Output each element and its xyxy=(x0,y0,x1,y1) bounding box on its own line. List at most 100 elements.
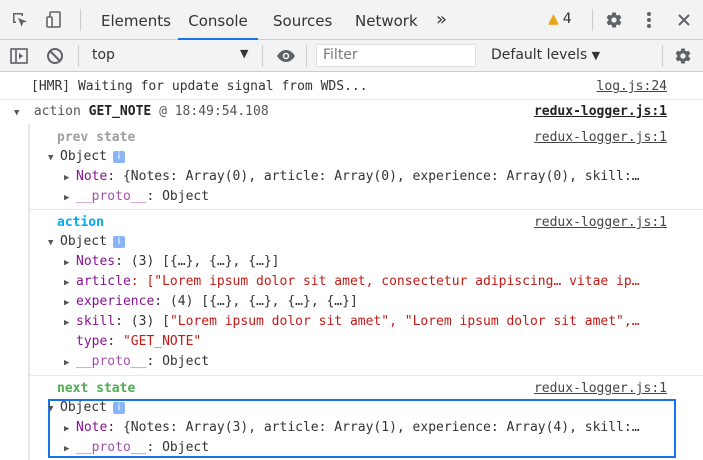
context-selector[interactable]: top xyxy=(92,47,115,63)
property-value: : Object xyxy=(146,189,210,204)
action-time: @ 18:49:54.108 xyxy=(159,104,269,119)
console-toolbar: top ▼ Filter Default levels ▼ xyxy=(0,40,703,72)
property-value: "GET_NOTE" xyxy=(122,334,202,349)
divider xyxy=(262,45,263,67)
collapse-triangle-icon: ▶ xyxy=(64,298,70,308)
devtools-tab-bar: Elements Console Sources Network » ▲ 4 xyxy=(0,0,703,40)
property-key: experience xyxy=(76,294,155,309)
divider xyxy=(306,45,307,67)
property-row[interactable]: ▶ Note: {Notes: Array(3), article: Array(… xyxy=(64,420,640,435)
property-key: type xyxy=(76,334,108,349)
expand-triangle-icon: ▼ xyxy=(48,238,54,248)
info-icon: i xyxy=(112,402,125,414)
object-toggle[interactable]: ▼ Object i xyxy=(48,400,125,415)
more-options-icon[interactable] xyxy=(638,9,660,31)
property-value: : Object xyxy=(146,440,210,455)
info-icon: i xyxy=(112,151,125,163)
next-state-label: next state xyxy=(57,381,136,396)
property-key: __proto__ xyxy=(76,354,147,369)
log-message: [HMR] Waiting for update signal from WDS… xyxy=(31,79,368,94)
property-row[interactable]: ▶ __proto__: Object xyxy=(64,354,209,369)
object-toggle[interactable]: ▼ Object i xyxy=(48,234,125,249)
warning-icon: ▲ xyxy=(548,11,559,27)
property-key: skill xyxy=(76,314,116,329)
group-header-action[interactable]: ▼ action GET_NOTE @ 18:49:54.108 xyxy=(14,104,269,119)
property-row[interactable]: ▶ Notes: (3) [{…}, {…}, {…}] xyxy=(64,254,280,269)
property-row[interactable]: ▶ __proto__: Object xyxy=(64,189,209,204)
source-link[interactable]: redux-logger.js:1 xyxy=(534,104,667,119)
collapse-triangle-icon: ▶ xyxy=(64,193,70,203)
show-sidebar-icon[interactable] xyxy=(8,45,30,67)
property-value-prefix: : (3) [ xyxy=(115,314,170,329)
property-value: "Lorem ipsum dolor sit amet", "Lorem ips… xyxy=(169,314,640,329)
property-key: Notes xyxy=(76,254,116,269)
property-key: Note xyxy=(76,169,108,184)
group-indent-bar xyxy=(28,124,30,460)
expand-triangle-icon: ▼ xyxy=(48,153,54,163)
inspect-element-icon[interactable] xyxy=(9,9,31,31)
object-toggle[interactable]: ▼ Object i xyxy=(48,149,125,164)
live-expression-eye-icon[interactable] xyxy=(275,45,297,67)
collapse-triangle-icon: ▶ xyxy=(64,258,70,268)
property-value: : ["Lorem ipsum dolor sit amet, consecte… xyxy=(130,274,640,289)
device-toolbar-icon[interactable] xyxy=(43,9,65,31)
divider xyxy=(0,99,703,100)
chevron-down-icon: ▼ xyxy=(591,49,601,62)
log-levels-label: Default levels xyxy=(491,47,588,63)
object-label: Object xyxy=(60,400,107,415)
tab-sources[interactable]: Sources xyxy=(273,0,332,40)
warnings-counter[interactable]: ▲ 4 xyxy=(548,11,572,27)
prev-state-label: prev state xyxy=(57,130,136,145)
expand-triangle-icon: ▼ xyxy=(48,404,54,414)
settings-gear-icon[interactable] xyxy=(603,9,625,31)
property-key: Note xyxy=(76,420,108,435)
property-row[interactable]: ▶ __proto__: Object xyxy=(64,440,209,455)
info-icon: i xyxy=(112,236,125,248)
context-dropdown-icon[interactable]: ▼ xyxy=(240,47,248,60)
object-label: Object xyxy=(60,234,107,249)
property-row[interactable]: ▶ Note: {Notes: Array(0), article: Array(… xyxy=(64,169,640,184)
property-value: : (4) [{…}, {…}, {…}, {…}] xyxy=(154,294,358,309)
property-row[interactable]: ▶ experience: (4) [{…}, {…}, {…}, {…}] xyxy=(64,294,358,309)
expand-triangle-icon: ▼ xyxy=(14,108,20,118)
property-key: __proto__ xyxy=(76,189,147,204)
property-row[interactable]: ▶ article: ["Lorem ipsum dolor sit amet, … xyxy=(64,274,640,289)
divider xyxy=(30,209,703,210)
property-value: : (3) [{…}, {…}, {…}] xyxy=(115,254,280,269)
divider xyxy=(592,9,593,31)
property-key: __proto__ xyxy=(76,440,147,455)
property-value: : {Notes: Array(0), article: Array(0), e… xyxy=(107,169,640,184)
tab-elements[interactable]: Elements xyxy=(101,0,171,40)
action-label: action xyxy=(57,215,104,230)
log-levels-dropdown[interactable]: Default levels ▼ xyxy=(491,47,600,63)
property-key: article xyxy=(76,274,131,289)
divider xyxy=(78,45,79,67)
collapse-triangle-icon: ▶ xyxy=(64,318,70,328)
collapse-triangle-icon: ▶ xyxy=(64,173,70,183)
filter-input[interactable]: Filter xyxy=(316,44,476,67)
divider xyxy=(80,9,81,31)
clear-console-icon[interactable] xyxy=(44,45,66,67)
property-value: : Object xyxy=(146,354,210,369)
source-link[interactable]: redux-logger.js:1 xyxy=(534,381,667,396)
console-settings-gear-icon[interactable] xyxy=(672,45,694,67)
close-devtools-icon[interactable] xyxy=(673,9,695,31)
property-value: : {Notes: Array(3), article: Array(1), e… xyxy=(107,420,640,435)
more-tabs-button[interactable]: » xyxy=(436,0,447,40)
source-link[interactable]: redux-logger.js:1 xyxy=(534,130,667,145)
action-prefix: action xyxy=(33,104,81,119)
collapse-triangle-icon: ▶ xyxy=(64,358,70,368)
source-link[interactable]: log.js:24 xyxy=(597,79,667,94)
property-row: type: "GET_NOTE" xyxy=(76,334,202,349)
warning-count: 4 xyxy=(562,11,572,27)
source-link[interactable]: redux-logger.js:1 xyxy=(534,215,667,230)
object-label: Object xyxy=(60,149,107,164)
action-type: GET_NOTE xyxy=(88,104,152,119)
divider xyxy=(662,45,663,67)
tab-network[interactable]: Network xyxy=(355,0,418,40)
collapse-triangle-icon: ▶ xyxy=(64,424,70,434)
collapse-triangle-icon: ▶ xyxy=(64,444,70,454)
property-row[interactable]: ▶ skill: (3) ["Lorem ipsum dolor sit amet… xyxy=(64,314,640,329)
tab-console[interactable]: Console xyxy=(178,0,258,40)
divider xyxy=(30,375,703,376)
